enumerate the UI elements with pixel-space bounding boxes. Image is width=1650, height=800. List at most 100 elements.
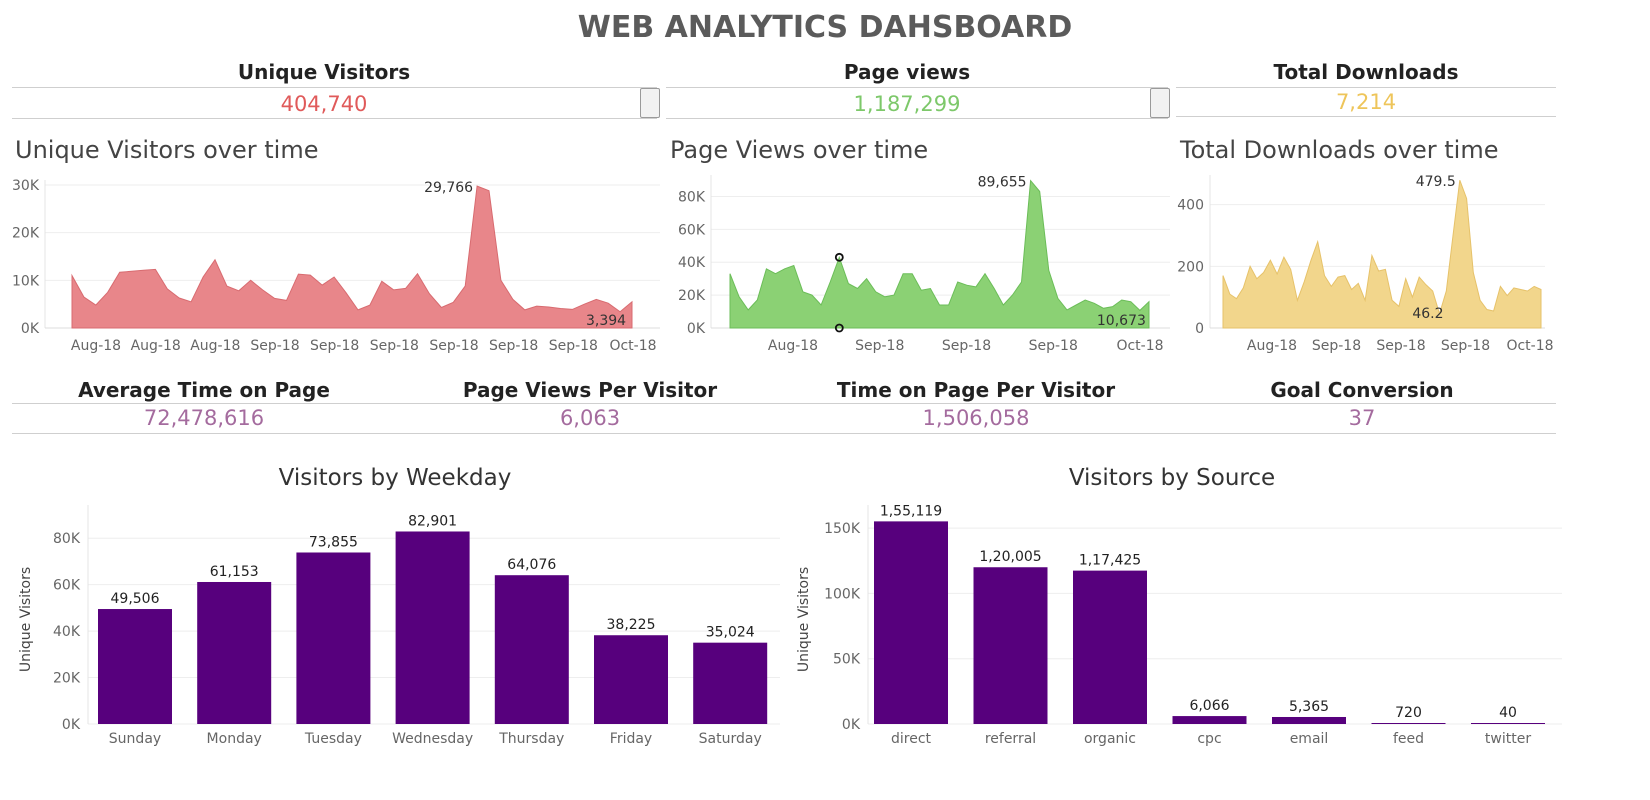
- bar-Tuesday: [296, 552, 371, 724]
- bar-direct: [874, 521, 948, 724]
- dashboard-title: WEB ANALYTICS DAHSBOARD: [577, 10, 1073, 45]
- y-tick-label: 0K: [62, 717, 81, 733]
- x-tick-label: twitter: [1485, 731, 1531, 747]
- pv-chart-title: Page Views over time: [670, 136, 929, 164]
- data-label: 720: [1395, 705, 1422, 721]
- y-tick-label: 400: [1177, 198, 1204, 214]
- x-tick-label: Sep-18: [942, 338, 991, 354]
- x-tick-label: cpc: [1197, 731, 1221, 747]
- y-tick-label: 40K: [53, 624, 81, 640]
- kpi-total-downloads-label: Total Downloads: [1273, 60, 1459, 84]
- x-tick-label: Aug-18: [71, 338, 121, 354]
- y-axis-title: Unique Visitors: [796, 567, 812, 672]
- x-tick-label: Saturday: [699, 731, 762, 747]
- x-tick-label: Sep-18: [1376, 338, 1425, 354]
- y-tick-label: 30K: [12, 178, 40, 194]
- kpi-avg-time-value: 72,478,616: [143, 406, 265, 430]
- data-label: 35,024: [706, 625, 755, 641]
- bar-feed: [1371, 723, 1446, 724]
- kpi-goal-conversion-label: Goal Conversion: [1270, 378, 1454, 402]
- dl-area-chart: 0 200 400 Aug-18 Sep-18 Sep-18 Sep-18 Oct-18 479…: [1177, 174, 1553, 354]
- x-tick-label: Oct-18: [1506, 338, 1553, 354]
- data-label: 46.2: [1412, 306, 1443, 322]
- kpi-avg-time-label: Average Time on Page: [78, 378, 330, 402]
- x-tick-label: Aug-18: [1247, 338, 1297, 354]
- y-tick-label: 80K: [678, 189, 706, 205]
- y-tick-label: 60K: [53, 578, 81, 594]
- source-chart-title: Visitors by Source: [1068, 465, 1276, 491]
- y-tick-label: 20K: [678, 288, 706, 304]
- data-label: 64,076: [507, 557, 556, 573]
- dl-area-series: [1222, 180, 1542, 329]
- x-tick-label: referral: [985, 731, 1036, 747]
- source-bar-chart: 0K 50K 100K 150K Unique Visitors 1,55,119 dire…: [796, 503, 1562, 747]
- x-tick-label: Aug-18: [131, 338, 181, 354]
- data-label: 1,55,119: [880, 503, 942, 519]
- bar-Monday: [197, 581, 272, 724]
- divider: [12, 403, 1556, 404]
- kpi-time-per-visitor-label: Time on Page Per Visitor: [836, 378, 1116, 402]
- y-tick-label: 60K: [678, 222, 706, 238]
- x-tick-label: Friday: [610, 731, 652, 747]
- x-tick-label: Sep-18: [1029, 338, 1078, 354]
- x-tick-label: Sep-18: [250, 338, 299, 354]
- dl-chart-title: Total Downloads over time: [1180, 136, 1499, 164]
- data-label: 5,365: [1289, 699, 1329, 715]
- x-tick-label: Tuesday: [304, 731, 362, 747]
- bar-organic: [1073, 570, 1147, 724]
- data-label: 49,506: [111, 591, 160, 607]
- divider: [12, 433, 1556, 434]
- bar-Friday: [594, 635, 668, 724]
- y-tick-label: 0K: [21, 321, 40, 337]
- kpi-page-views-value: 1,187,299: [853, 92, 961, 116]
- y-tick-label: 10K: [12, 273, 40, 289]
- x-tick-label: feed: [1393, 731, 1424, 747]
- kpi-pv-per-visitor-label: Page Views Per Visitor: [462, 378, 718, 402]
- y-tick-label: 20K: [12, 226, 40, 242]
- bar-referral: [973, 567, 1048, 724]
- uv-area-chart: 0K 10K 20K 30K Aug-18 Aug-18 Aug-18 Sep-18 Sep-1…: [12, 178, 660, 354]
- x-tick-label: Sep-18: [1441, 338, 1490, 354]
- x-tick-label: Sep-18: [310, 338, 359, 354]
- uv-area-series: [71, 185, 633, 329]
- x-tick-label: Sep-18: [549, 338, 598, 354]
- y-tick-label: 100K: [824, 586, 861, 602]
- x-tick-label: Oct-18: [1116, 338, 1163, 354]
- y-tick-label: 20K: [53, 671, 81, 687]
- y-tick-label: 0K: [687, 321, 706, 337]
- kpi-time-per-visitor-value: 1,506,058: [922, 406, 1030, 430]
- y-axis-title: Unique Visitors: [18, 567, 34, 672]
- data-label: 61,153: [210, 564, 259, 580]
- data-label: 1,17,425: [1079, 553, 1141, 569]
- kpi-goal-conversion-value: 37: [1348, 406, 1376, 430]
- bar-twitter: [1471, 723, 1545, 724]
- bar-cpc: [1172, 716, 1247, 724]
- kpi-unique-visitors-value: 404,740: [280, 92, 368, 116]
- x-tick-label: organic: [1084, 731, 1136, 747]
- data-label: 1,20,005: [979, 549, 1041, 565]
- data-label: 29,766: [424, 180, 473, 196]
- bar-Sunday: [98, 609, 172, 724]
- x-tick-label: Sep-18: [1312, 338, 1361, 354]
- y-tick-label: 150K: [824, 521, 861, 537]
- weekday-chart-title: Visitors by Weekday: [278, 465, 512, 491]
- kpi-page-views-label: Page views: [843, 60, 971, 84]
- pv-area-series: [729, 179, 1150, 329]
- data-label: 73,855: [309, 534, 358, 550]
- data-label: 89,655: [978, 175, 1027, 191]
- kpi-scrollbar[interactable]: [640, 88, 660, 118]
- data-label: 3,394: [586, 313, 626, 329]
- y-tick-label: 0: [1195, 321, 1204, 337]
- kpi-scrollbar[interactable]: [1150, 88, 1170, 118]
- x-tick-label: Wednesday: [392, 731, 473, 747]
- x-tick-label: Monday: [207, 731, 262, 747]
- data-label: 82,901: [408, 513, 457, 529]
- y-tick-label: 80K: [53, 531, 81, 547]
- kpi-total-downloads-value: 7,214: [1335, 90, 1397, 114]
- bar-Wednesday: [395, 531, 470, 724]
- y-tick-label: 50K: [833, 652, 861, 668]
- x-tick-label: email: [1290, 731, 1329, 747]
- bar-Thursday: [494, 575, 569, 724]
- pv-area-chart: 0K 20K 40K 60K 80K Aug-18 Sep-18 Sep-18 Sep-18 Oc…: [678, 175, 1170, 354]
- data-label: 10,673: [1097, 313, 1146, 329]
